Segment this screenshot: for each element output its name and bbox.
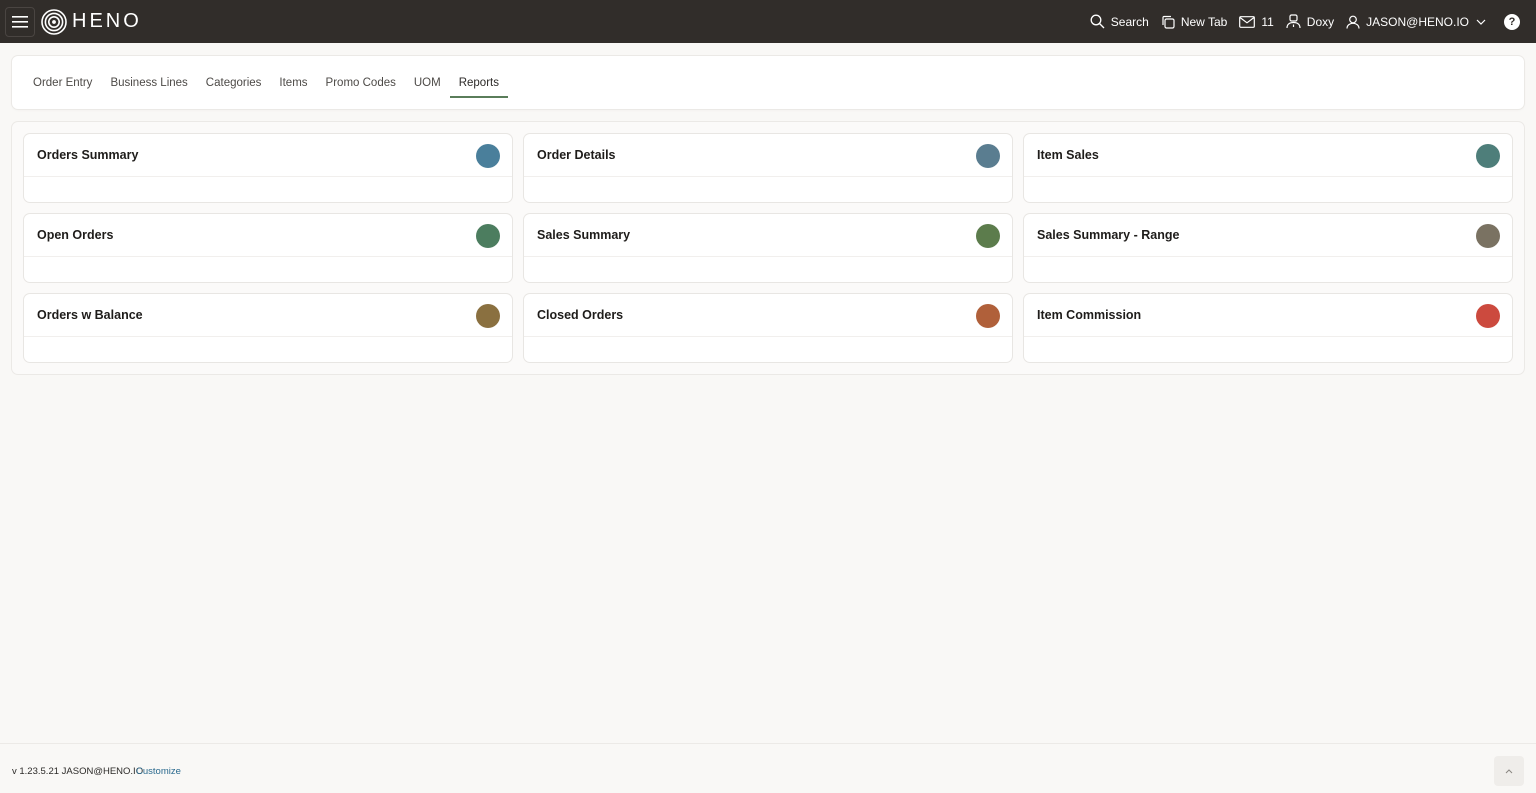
report-card-orders-summary[interactable]: Orders Summary bbox=[24, 134, 512, 202]
reports-panel: Orders Summary Order Details Item Sales … bbox=[12, 122, 1524, 374]
report-color-dot-icon bbox=[1476, 144, 1500, 168]
report-card-sales-summary-range[interactable]: Sales Summary - Range bbox=[1024, 214, 1512, 282]
card-title: Orders Summary bbox=[37, 148, 139, 162]
report-card-orders-w-balance[interactable]: Orders w Balance bbox=[24, 294, 512, 362]
new-tab-button[interactable]: New Tab bbox=[1161, 15, 1227, 29]
tab-reports[interactable]: Reports bbox=[449, 56, 509, 109]
card-title: Open Orders bbox=[37, 228, 114, 242]
mail-count: 11 bbox=[1261, 14, 1274, 29]
heno-logo-icon bbox=[41, 8, 67, 35]
report-color-dot-icon bbox=[476, 144, 500, 168]
brand-name: HENO bbox=[72, 10, 142, 32]
tab-bar: Order Entry Business Lines Categories It… bbox=[12, 56, 1524, 109]
doxy-button[interactable]: Doxy bbox=[1286, 14, 1334, 29]
tab-order-entry[interactable]: Order Entry bbox=[33, 56, 92, 109]
help-icon: ? bbox=[1508, 15, 1516, 28]
report-card-sales-summary[interactable]: Sales Summary bbox=[524, 214, 1012, 282]
tabs-panel: Order Entry Business Lines Categories It… bbox=[12, 56, 1524, 109]
help-button[interactable]: ? bbox=[1504, 13, 1520, 30]
card-title: Sales Summary bbox=[537, 228, 631, 242]
version-info: v 1.23.5.21 JASON@HENO.IO bbox=[12, 766, 144, 777]
doxy-assistant-icon bbox=[1286, 14, 1301, 29]
search-button[interactable]: Search bbox=[1090, 14, 1149, 29]
new-tab-icon bbox=[1162, 15, 1175, 29]
user-label: JASON@HENO.IO bbox=[1366, 14, 1469, 29]
mail-icon bbox=[1239, 15, 1256, 28]
messages-button[interactable]: 11 bbox=[1239, 14, 1274, 29]
scroll-to-top-button[interactable] bbox=[1494, 756, 1524, 786]
tab-business-lines[interactable]: Business Lines bbox=[110, 56, 187, 109]
customize-link[interactable]: Customize bbox=[136, 766, 181, 777]
report-card-closed-orders[interactable]: Closed Orders bbox=[524, 294, 1012, 362]
report-card-item-sales[interactable]: Item Sales bbox=[1024, 134, 1512, 202]
top-navigation-bar: HENO Search New Tab 11 Doxy JASON@HENO.I… bbox=[0, 0, 1536, 43]
report-card-open-orders[interactable]: Open Orders bbox=[24, 214, 512, 282]
user-icon bbox=[1346, 15, 1360, 29]
report-color-dot-icon bbox=[1476, 304, 1500, 328]
report-color-dot-icon bbox=[976, 304, 1000, 328]
footer: v 1.23.5.21 JASON@HENO.IO Customize bbox=[0, 743, 1536, 793]
card-title: Order Details bbox=[537, 148, 616, 162]
doxy-label: Doxy bbox=[1306, 14, 1335, 29]
tab-items[interactable]: Items bbox=[279, 56, 307, 109]
report-color-dot-icon bbox=[476, 224, 500, 248]
report-card-item-commission[interactable]: Item Commission bbox=[1024, 294, 1512, 362]
report-card-order-details[interactable]: Order Details bbox=[524, 134, 1012, 202]
user-menu-button[interactable]: JASON@HENO.IO bbox=[1346, 15, 1486, 29]
card-title: Item Sales bbox=[1037, 148, 1099, 162]
header-actions: Search New Tab 11 Doxy JASON@HENO.IO ? bbox=[1078, 0, 1520, 43]
hamburger-icon bbox=[12, 15, 28, 28]
report-color-dot-icon bbox=[976, 144, 1000, 168]
search-icon bbox=[1090, 14, 1105, 29]
report-color-dot-icon bbox=[1476, 224, 1500, 248]
tab-categories[interactable]: Categories bbox=[206, 56, 262, 109]
card-title: Closed Orders bbox=[537, 308, 624, 322]
card-title: Item Commission bbox=[1037, 308, 1142, 322]
chevron-down-icon bbox=[1476, 19, 1486, 25]
tab-uom[interactable]: UOM bbox=[414, 56, 441, 109]
report-color-dot-icon bbox=[476, 304, 500, 328]
new-tab-label: New Tab bbox=[1180, 14, 1228, 29]
search-label: Search bbox=[1110, 14, 1149, 29]
tab-promo-codes[interactable]: Promo Codes bbox=[326, 56, 396, 109]
report-color-dot-icon bbox=[976, 224, 1000, 248]
hamburger-menu-button[interactable] bbox=[5, 6, 35, 37]
report-cards-grid: Orders Summary Order Details Item Sales … bbox=[24, 134, 1512, 362]
card-title: Sales Summary - Range bbox=[1037, 228, 1180, 242]
card-title: Orders w Balance bbox=[37, 308, 143, 322]
chevron-up-icon bbox=[1505, 768, 1513, 773]
brand-home-link[interactable]: HENO bbox=[41, 8, 142, 35]
